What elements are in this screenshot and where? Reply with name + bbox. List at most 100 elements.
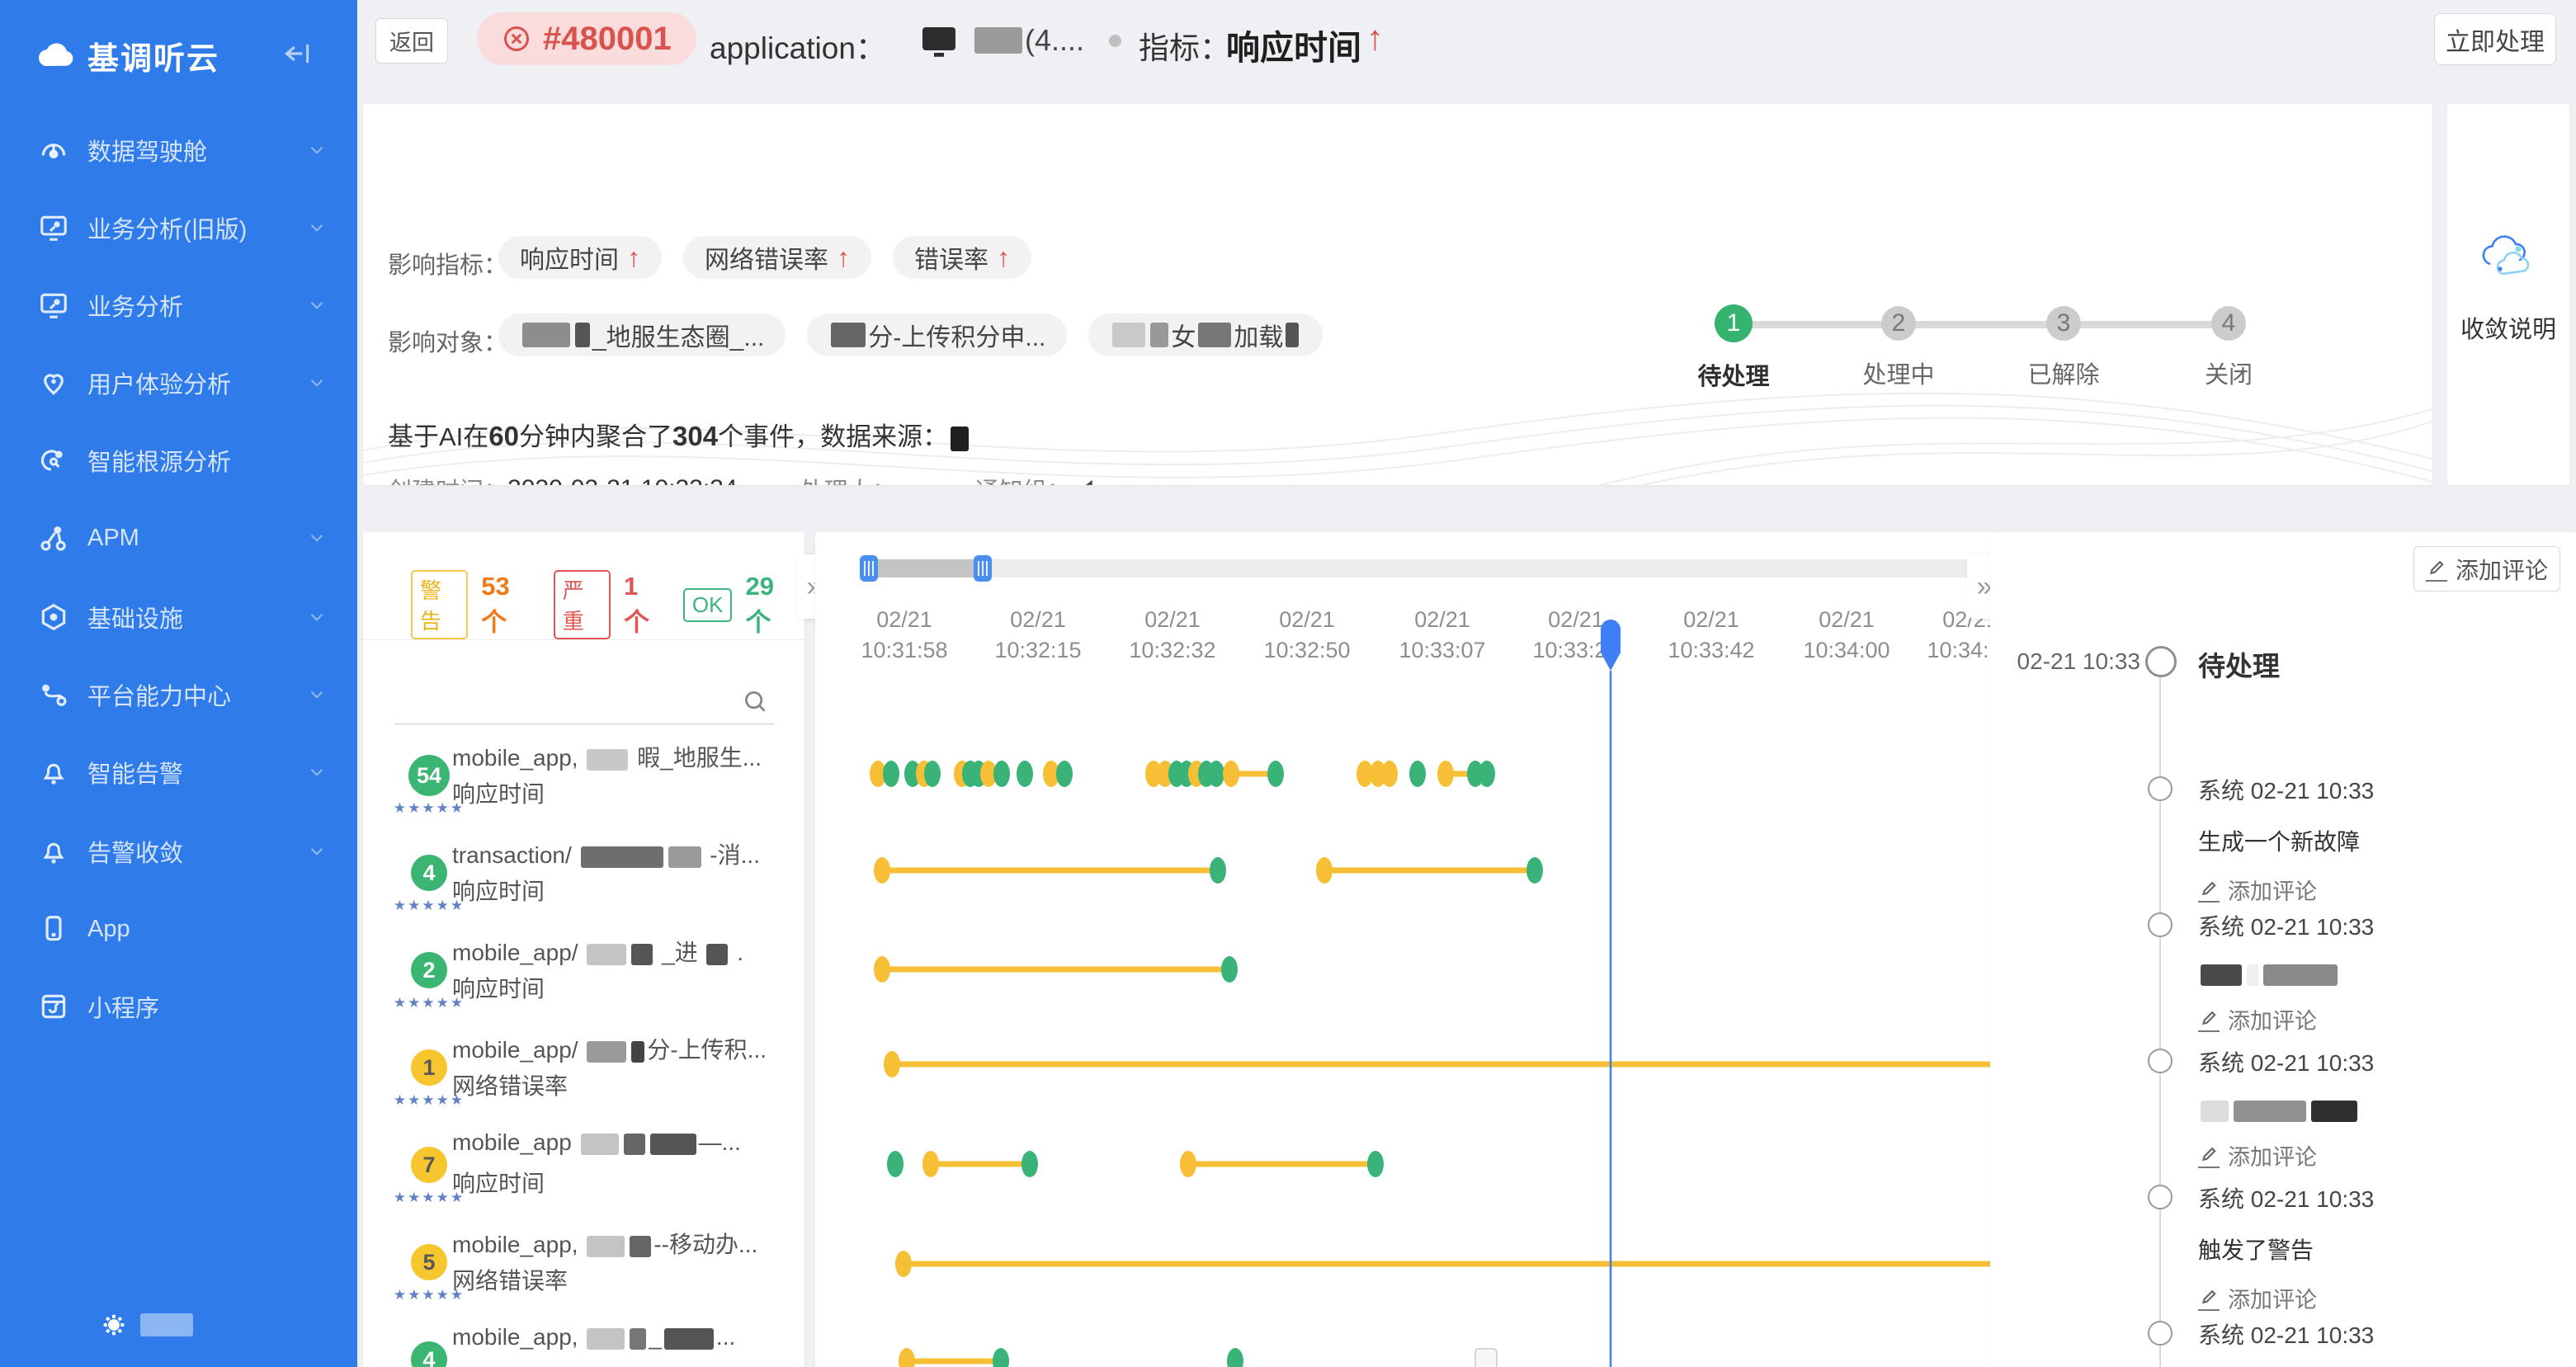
chevron-down-icon [306, 372, 328, 394]
flow-icon [38, 679, 69, 710]
sidebar-item-biz-analysis-old[interactable]: 业务分析(旧版) [0, 201, 357, 254]
redacted-footer-text [140, 1313, 193, 1336]
monitor-key-icon [38, 290, 69, 321]
sidebar-item-ux-analysis[interactable]: 用户体验分析 [0, 356, 357, 409]
sidebar-item-root-cause[interactable]: 智能根源分析 [0, 434, 357, 487]
sidebar-item-label: 智能根源分析 [87, 443, 231, 478]
event-source-time: 系统 02-21 10:33 [2198, 1318, 2553, 1351]
redacted-block [2311, 1101, 2357, 1122]
add-comment-label: 添加评论 [2456, 553, 2548, 586]
created-label: 创建时间： [388, 472, 507, 485]
redacted-block [581, 846, 663, 868]
converging-clouds-icon [2475, 228, 2541, 282]
search-input[interactable] [394, 679, 736, 722]
sidebar-item-platform-center[interactable]: 平台能力中心 [0, 668, 357, 721]
speaker-icon[interactable] [1076, 475, 1104, 485]
incident-detail-page: 基调听云 数据驾驶舱业务分析(旧版)业务分析用户体验分析智能根源分析APM基础设… [0, 0, 2576, 1367]
event-dot [993, 761, 1010, 787]
event-description [2198, 1096, 2553, 1123]
alert-title: mobile_app, 暇_地服生... [452, 740, 790, 773]
add-comment-link[interactable]: 添加评论 [2198, 1282, 2553, 1314]
severity-count: 29个 [745, 572, 795, 639]
sidebar-item-label: 用户体验分析 [87, 365, 231, 400]
text-fragment: . [730, 940, 743, 965]
add-comment-link[interactable]: 添加评论 [2198, 1139, 2553, 1171]
sidebar-item-infrastructure[interactable]: 基础设施 [0, 591, 357, 643]
event-dot [1208, 761, 1224, 787]
incident-summary-panel: 影响指标： 响应时间↑网络错误率↑错误率↑ 影响对象： _地服生态圈_... 分… [363, 104, 2432, 485]
sidebar-item-apm[interactable]: APM [0, 511, 357, 564]
text-fragment: 分-上传积分申... [868, 317, 1045, 353]
alert-metric: 响应时间 [452, 874, 545, 907]
alert-list-item[interactable]: 54★★★★★mobile_app, 暇_地服生...响应时间 [363, 727, 804, 824]
redacted-block [1112, 323, 1145, 347]
redacted-block [630, 1236, 651, 1257]
sidebar-item-data-cockpit[interactable]: 数据驾驶舱 [0, 124, 357, 177]
phone-icon [38, 913, 69, 945]
alert-title: mobile_app/ 分-上传积... [452, 1032, 790, 1065]
event-dot [922, 1151, 939, 1177]
text-fragment: mobile_app/ [452, 940, 584, 965]
event-timeline-chart-panel: 02/2110:31:5802/2110:32:1502/2110:32:320… [815, 532, 1997, 1367]
sidebar-item-alert-convergence[interactable]: 告警收敛 [0, 825, 357, 878]
impact-metric-tag[interactable]: 错误率↑ [893, 236, 1031, 279]
add-comment-link[interactable]: 添加评论 [2198, 874, 2553, 906]
timeline-node [2148, 1049, 2173, 1073]
sidebar-item-biz-analysis[interactable]: 业务分析 [0, 279, 357, 332]
event-source-time: 系统 02-21 10:33 [2198, 1045, 2553, 1078]
redacted-block [587, 1328, 625, 1350]
alert-metric: 网络错误率 [452, 1068, 568, 1101]
timeline-node [2148, 912, 2173, 937]
add-comment-text: 添加评论 [2228, 1003, 2317, 1035]
event-dot [874, 956, 890, 983]
incident-id-badge: #480001 [477, 12, 696, 65]
impact-object-tag[interactable]: _地服生态圈_... [498, 313, 786, 356]
impact-metric-tag[interactable]: 网络错误率↑ [683, 236, 871, 279]
back-button[interactable]: 返回 [375, 18, 448, 64]
sidebar-item-app[interactable]: App [0, 903, 357, 955]
timeline-node-status [2145, 646, 2177, 677]
stepper-connector [1734, 321, 2229, 328]
convergence-card[interactable]: 收敛说明 [2447, 104, 2569, 485]
add-comment-link[interactable]: 添加评论 [2198, 1003, 2553, 1035]
alert-count-badge: 54 [408, 755, 450, 796]
alert-list-item[interactable]: 1★★★★★mobile_app/ 分-上传积...网络错误率 [363, 1019, 804, 1116]
slider-handle[interactable] [974, 555, 992, 582]
alert-list-item[interactable]: 5★★★★★mobile_app, --移动办...网络错误率 [363, 1214, 804, 1311]
alert-list-item[interactable]: 7★★★★★mobile_app —...响应时间 [363, 1116, 804, 1214]
add-comment-button[interactable]: 添加评论 [2413, 546, 2560, 592]
chevron-down-icon [306, 761, 328, 783]
alert-list-item[interactable]: 4★★★★★mobile_app, _... [363, 1311, 804, 1367]
chevron-down-icon [306, 527, 328, 549]
timeline-node [2148, 776, 2173, 801]
metric-label: 指标： [1139, 23, 1230, 68]
bell-icon [38, 757, 69, 788]
event-dot [1180, 1151, 1196, 1177]
miniapp-icon [38, 991, 69, 1022]
slider-handle[interactable] [860, 555, 878, 582]
step-已解除: 3已解除 [2006, 210, 2121, 390]
impact-object-tag[interactable]: 分-上传积分申... [807, 313, 1067, 356]
handle-now-button[interactable]: 立即处理 [2434, 13, 2556, 65]
alert-count-badge: 4 [411, 855, 447, 891]
alert-list-item[interactable]: 4★★★★★transaction/ -消...响应时间 [363, 824, 804, 922]
redacted-block [831, 323, 866, 347]
step-label: 处理中 [1841, 356, 1956, 390]
impact-metric-name: 网络错误率 [705, 239, 828, 276]
timeline-event: 系统 02-21 10:33生成一个新故障添加评论 [2198, 773, 2553, 906]
alert-title: mobile_app, _... [452, 1324, 790, 1351]
text-fragment: mobile_app, [452, 745, 584, 771]
sidebar-footer[interactable] [99, 1310, 196, 1340]
impact-object-tag[interactable]: 女 加载 [1088, 313, 1323, 356]
pencil-icon [2198, 1286, 2220, 1311]
redacted-block [1286, 323, 1299, 347]
sidebar-item-smart-alert[interactable]: 智能告警 [0, 746, 357, 799]
timeline-node [2148, 1185, 2173, 1209]
alert-list-item[interactable]: 2★★★★★mobile_app/ _进 .响应时间 [363, 922, 804, 1019]
sidebar-collapse-icon[interactable] [279, 38, 315, 69]
search-field [394, 679, 774, 724]
search-icon[interactable] [741, 687, 769, 715]
sidebar-item-mini-program[interactable]: 小程序 [0, 980, 357, 1033]
impact-metric-tag[interactable]: 响应时间↑ [498, 236, 662, 279]
text-fragment: —... [699, 1129, 741, 1155]
